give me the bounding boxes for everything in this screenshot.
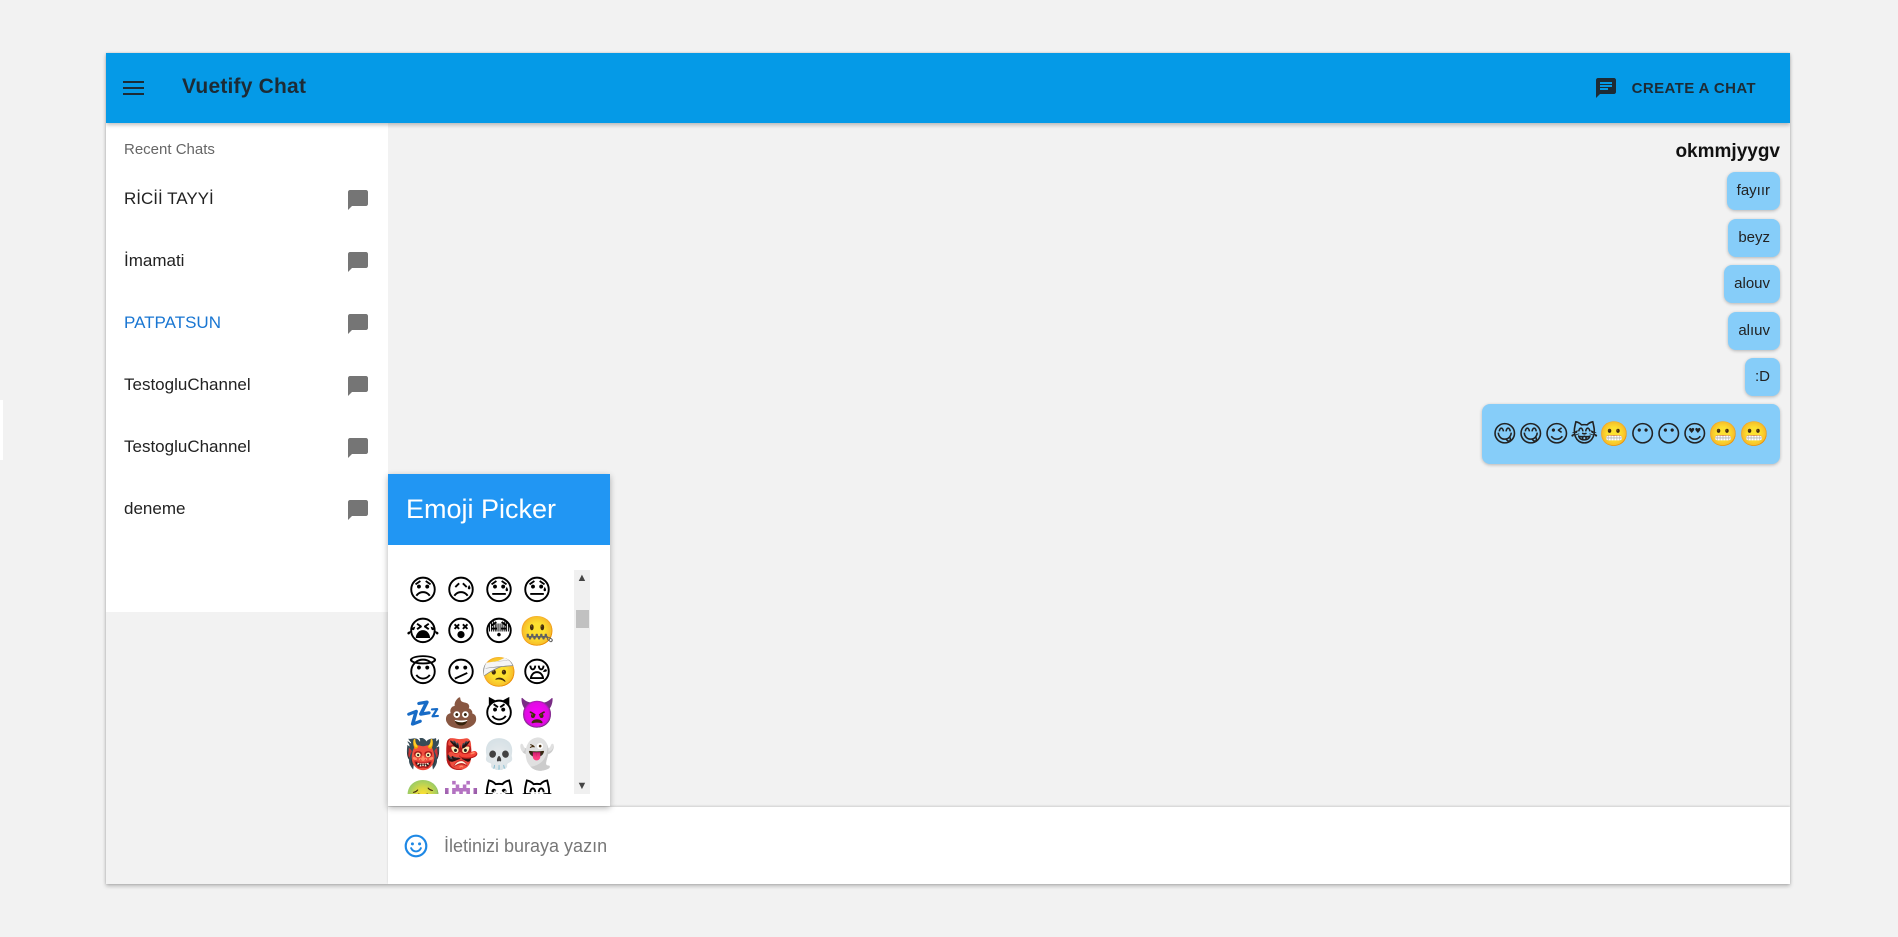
emoji-option[interactable]: 😕 (442, 652, 480, 693)
emoji-option[interactable]: 💩 (442, 693, 480, 734)
emoji-scrollbar[interactable]: ▲ ▼ (574, 570, 590, 794)
recent-chats-sidebar: Recent Chats RİCİİ TAYYİ İmamati PATPATS… (106, 123, 388, 612)
message-bubble: fayıır (1726, 172, 1780, 210)
chat-item[interactable]: deneme (106, 479, 388, 541)
chat-item-label: TestogluChannel (124, 437, 251, 456)
emoji-option[interactable]: 💀 (480, 734, 518, 775)
emoji-option[interactable]: 😵 (442, 611, 480, 652)
emoji-option[interactable]: 😞 (404, 570, 442, 611)
emoji-option[interactable]: 😇 (404, 652, 442, 693)
emoji-option[interactable]: 🤢 (404, 775, 442, 794)
chat-item-label: RİCİİ TAYYİ (124, 189, 214, 208)
emoji-option[interactable]: 👺 (442, 734, 480, 775)
chat-item-label: İmamati (124, 251, 185, 270)
emoji-option[interactable]: 😓 (480, 570, 518, 611)
emoji-option[interactable]: 😥 (442, 570, 480, 611)
emoji-option[interactable]: 😭 (404, 611, 442, 652)
chat-app: Vuetify Chat CREATE A CHAT Recent Chats … (106, 53, 1790, 884)
chat-icon (1595, 78, 1616, 98)
emoji-option[interactable]: 👿 (518, 693, 556, 734)
message-icon (348, 376, 368, 396)
emoji-option[interactable]: 🤕 (480, 652, 518, 693)
message-composer (388, 807, 1790, 884)
emoji-option[interactable]: 🤐 (518, 611, 556, 652)
sender-name: okmmjyygv (1675, 141, 1780, 162)
message-icon (348, 252, 368, 272)
emoji-option[interactable]: 😸 (518, 775, 556, 794)
recent-chats-header: Recent Chats (124, 141, 215, 158)
chat-item-label: PATPATSUN (124, 313, 221, 332)
menu-icon[interactable] (122, 76, 146, 100)
message-bubble-emoji: 😋😋😉😹😬😶😶😍😬😬 (1482, 404, 1780, 464)
chat-item-active[interactable]: PATPATSUN (106, 293, 388, 355)
emoji-option[interactable]: 💤 (404, 693, 442, 734)
emoji-option[interactable]: 😪 (518, 652, 556, 693)
chat-item[interactable]: TestogluChannel (106, 355, 388, 417)
app-title: Vuetify Chat (182, 75, 307, 98)
message-icon (348, 314, 368, 334)
emoji-grid: 😞😥😓😓😭😵😳🤐😇😕🤕😪💤💩😈👿👹👺💀👻🤢👾😺😸 (404, 570, 564, 794)
chat-item[interactable]: RİCİİ TAYYİ (106, 169, 388, 231)
message-bubble: :D (1745, 358, 1780, 396)
message-icon (348, 500, 368, 520)
create-chat-button[interactable]: CREATE A CHAT (1578, 70, 1772, 106)
emoji-option[interactable]: 😈 (480, 693, 518, 734)
chat-item-label: TestogluChannel (124, 375, 251, 394)
message-icon (348, 438, 368, 458)
emoji-option[interactable]: 👻 (518, 734, 556, 775)
create-chat-label: CREATE A CHAT (1631, 79, 1756, 97)
emoji-option[interactable]: 👹 (404, 734, 442, 775)
message-input[interactable] (442, 829, 1746, 863)
page-edge-mark (0, 400, 3, 460)
app-toolbar: Vuetify Chat CREATE A CHAT (106, 53, 1790, 123)
chat-item[interactable]: İmamati (106, 231, 388, 293)
message-bubble: alıuv (1728, 312, 1780, 350)
emoji-option[interactable]: 😳 (480, 611, 518, 652)
chat-item[interactable]: TestogluChannel (106, 417, 388, 479)
emoji-picker-title: Emoji Picker (388, 474, 610, 545)
emoji-option[interactable]: 👾 (442, 775, 480, 794)
emoji-picker: Emoji Picker 😞😥😓😓😭😵😳🤐😇😕🤕😪💤💩😈👿👹👺💀👻🤢👾😺😸 ▲ … (388, 474, 610, 806)
chat-item-label: deneme (124, 499, 186, 518)
scroll-thumb[interactable] (576, 610, 589, 628)
message-bubble: alouv (1724, 265, 1780, 303)
emoji-option[interactable]: 😺 (480, 775, 518, 794)
message-bubble: beyz (1728, 219, 1780, 257)
smile-icon[interactable] (403, 833, 429, 859)
emoji-option[interactable]: 😓 (518, 570, 556, 611)
scroll-down-icon[interactable]: ▼ (574, 778, 590, 794)
message-icon (348, 190, 368, 210)
scroll-up-icon[interactable]: ▲ (574, 570, 590, 586)
